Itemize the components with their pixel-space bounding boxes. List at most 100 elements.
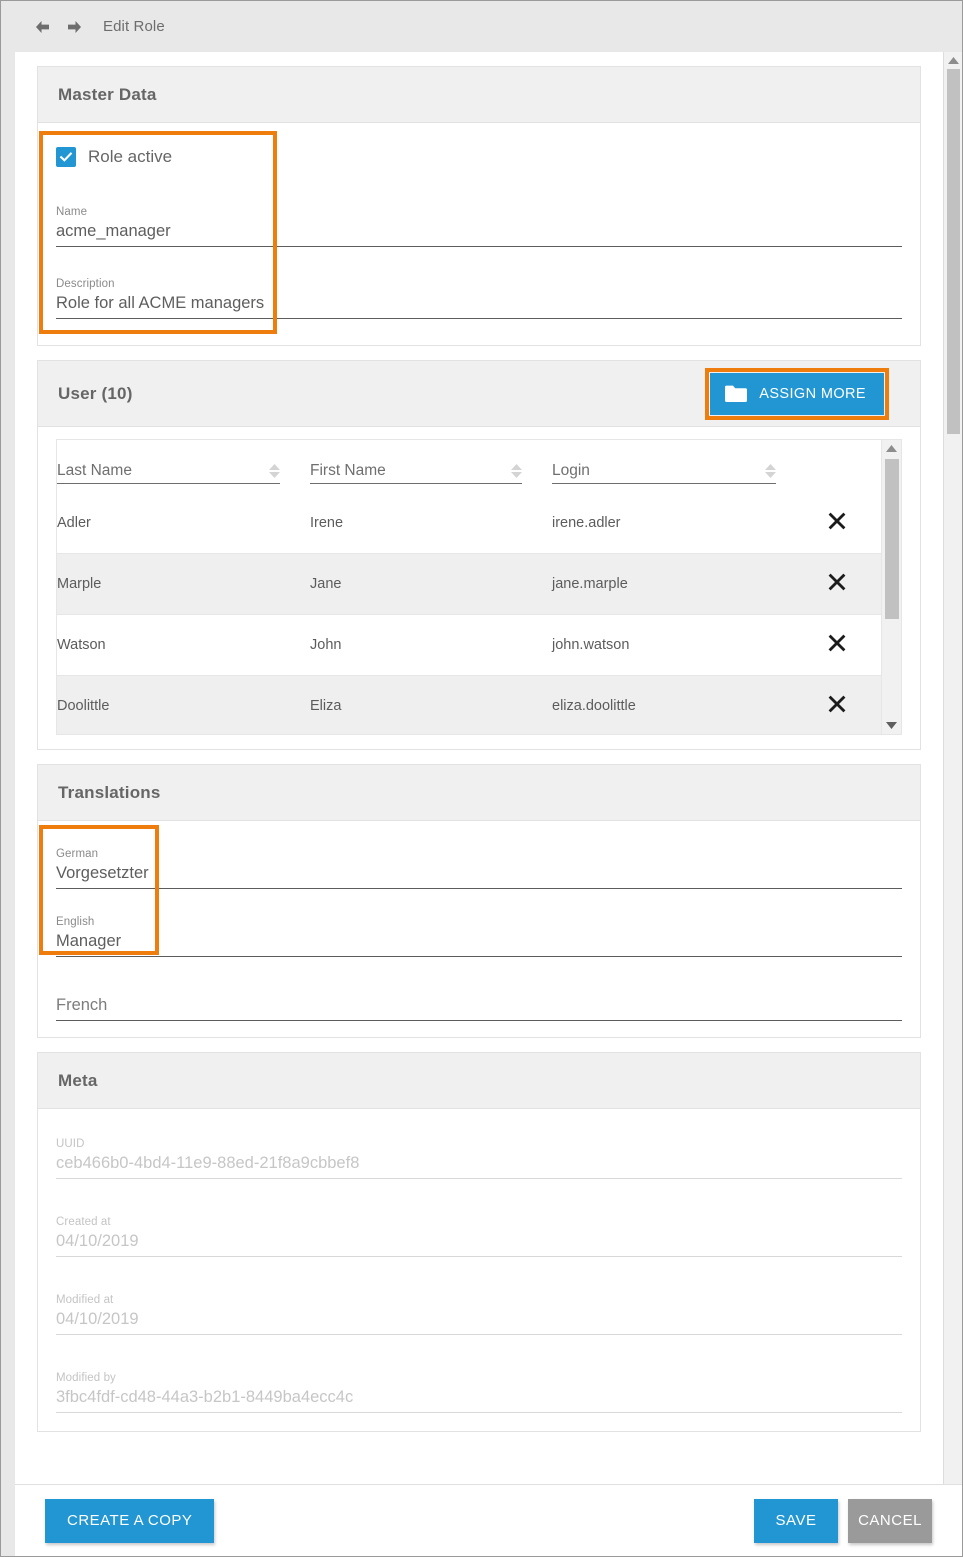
scroll-up-arrow-icon[interactable] [944,52,962,68]
user-table-scrollport: Last Name [57,440,881,734]
master-data-body: Role active Name acme_manager Descriptio… [38,123,920,345]
page-title: Edit Role [103,18,165,35]
english-field-label: English [56,915,902,929]
column-header-first-name[interactable]: First Name [310,440,552,493]
arrow-right-icon[interactable] [64,16,86,38]
column-label: Login [552,462,590,480]
english-field-value[interactable]: Manager [56,929,902,957]
save-button[interactable]: SAVE [754,1499,838,1543]
user-section-body: Last Name [38,427,920,749]
meta-header: Meta [38,1053,920,1109]
close-x-icon[interactable] [827,511,847,531]
role-active-row[interactable]: Role active [48,141,910,167]
assign-more-button[interactable]: ASSIGN MORE [710,373,884,415]
user-table-scrollbar[interactable] [881,440,901,734]
content-area: Master Data Role active Nam [1,52,962,1484]
page-scrollbar-thumb[interactable] [947,69,960,434]
breadcrumb-bar: Edit Role [1,1,962,52]
open-user-cell[interactable] [868,615,881,676]
german-field-value[interactable]: Vorgesetzter [56,861,902,889]
english-field[interactable]: English Manager [48,915,910,957]
cell-first-name: John [310,615,552,676]
modified-at-field-label: Modified at [56,1293,902,1307]
modified-at-field-value: 04/10/2019 [56,1307,902,1335]
cell-login: jane.marple [552,554,806,615]
created-at-field-value: 04/10/2019 [56,1229,902,1257]
page-scrollbar[interactable] [943,52,962,1484]
modified-at-field: Modified at 04/10/2019 [48,1293,910,1335]
cell-first-name: Eliza [310,676,552,735]
name-field[interactable]: Name acme_manager [48,205,910,247]
uuid-field-label: UUID [56,1137,902,1151]
cell-login: eliza.doolittle [552,676,806,735]
cell-first-name: Irene [310,493,552,554]
create-a-copy-button[interactable]: CREATE A COPY [45,1499,214,1543]
cell-last-name: Watson [57,615,310,676]
user-section-title: User (10) [58,384,133,404]
cell-login: irene.adler [552,493,806,554]
open-user-cell[interactable] [868,554,881,615]
open-user-cell[interactable] [868,493,881,554]
close-x-icon[interactable] [827,694,847,714]
cell-first-name: Jane [310,554,552,615]
scroll-down-arrow-icon[interactable] [882,716,901,734]
name-field-value[interactable]: acme_manager [56,219,902,247]
table-row[interactable]: AdlerIreneirene.adler [57,493,881,554]
table-row[interactable]: MarpleJanejane.marple [57,554,881,615]
cell-last-name: Adler [57,493,310,554]
column-header-last-name[interactable]: Last Name [57,440,310,493]
user-table-scrollbar-thumb[interactable] [885,459,899,619]
assign-more-label: ASSIGN MORE [759,386,866,402]
folder-icon [724,384,748,404]
arrow-left-icon[interactable] [31,16,53,38]
user-table-element: Last Name [57,440,881,734]
section-title: Meta [58,1071,900,1091]
scroll-body: Master Data Role active Nam [15,52,943,1484]
remove-user-cell[interactable] [806,493,868,554]
cancel-button[interactable]: CANCEL [848,1499,932,1543]
section-title: Translations [58,783,900,803]
section-title: Master Data [58,85,900,105]
column-label: First Name [310,462,386,480]
scroll-up-arrow-icon[interactable] [882,440,901,456]
created-at-field: Created at 04/10/2019 [48,1215,910,1257]
user-section: User (10) ASSIGN MORE [37,360,921,750]
application-window: Edit Role Master Data [0,0,963,1557]
french-field-value[interactable]: French [56,993,902,1021]
sort-toggle-icon[interactable] [511,464,522,478]
remove-user-cell[interactable] [806,676,868,735]
master-data-section: Master Data Role active Nam [37,66,921,346]
description-field-value[interactable]: Role for all ACME managers [56,291,902,319]
column-header-login[interactable]: Login [552,440,806,493]
column-header-open [868,440,881,493]
description-field-label: Description [56,277,902,291]
open-user-cell[interactable] [868,676,881,735]
cell-last-name: Marple [57,554,310,615]
table-row[interactable]: DoolittleElizaeliza.doolittle [57,676,881,735]
master-data-header: Master Data [38,67,920,123]
translations-body: German Vorgesetzter English Manager Fren… [38,821,920,1037]
sort-toggle-icon[interactable] [765,464,776,478]
created-at-field-label: Created at [56,1215,902,1229]
remove-user-cell[interactable] [806,554,868,615]
cell-last-name: Doolittle [57,676,310,735]
close-x-icon[interactable] [827,572,847,592]
sort-toggle-icon[interactable] [269,464,280,478]
column-header-remove [806,440,868,493]
uuid-field-value: ceb466b0-4bd4-11e9-88ed-21f8a9cbbef8 [56,1151,902,1179]
user-table: Last Name [56,439,902,735]
role-active-checkbox[interactable] [56,147,76,167]
modified-by-field: Modified by 3fbc4fdf-cd48-44a3-b2b1-8449… [48,1371,910,1413]
table-row[interactable]: WatsonJohnjohn.watson [57,615,881,676]
meta-section: Meta UUID ceb466b0-4bd4-11e9-88ed-21f8a9… [37,1052,921,1432]
close-x-icon[interactable] [827,633,847,653]
french-field[interactable]: French [48,993,910,1021]
description-field[interactable]: Description Role for all ACME managers [48,277,910,319]
user-table-header-row: Last Name [57,440,881,493]
german-field[interactable]: German Vorgesetzter [48,847,910,889]
column-label: Last Name [57,462,132,480]
remove-user-cell[interactable] [806,615,868,676]
name-field-label: Name [56,205,902,219]
meta-body: UUID ceb466b0-4bd4-11e9-88ed-21f8a9cbbef… [38,1109,920,1431]
user-table-body: AdlerIreneirene.adlerMarpleJanejane.marp… [57,493,881,735]
